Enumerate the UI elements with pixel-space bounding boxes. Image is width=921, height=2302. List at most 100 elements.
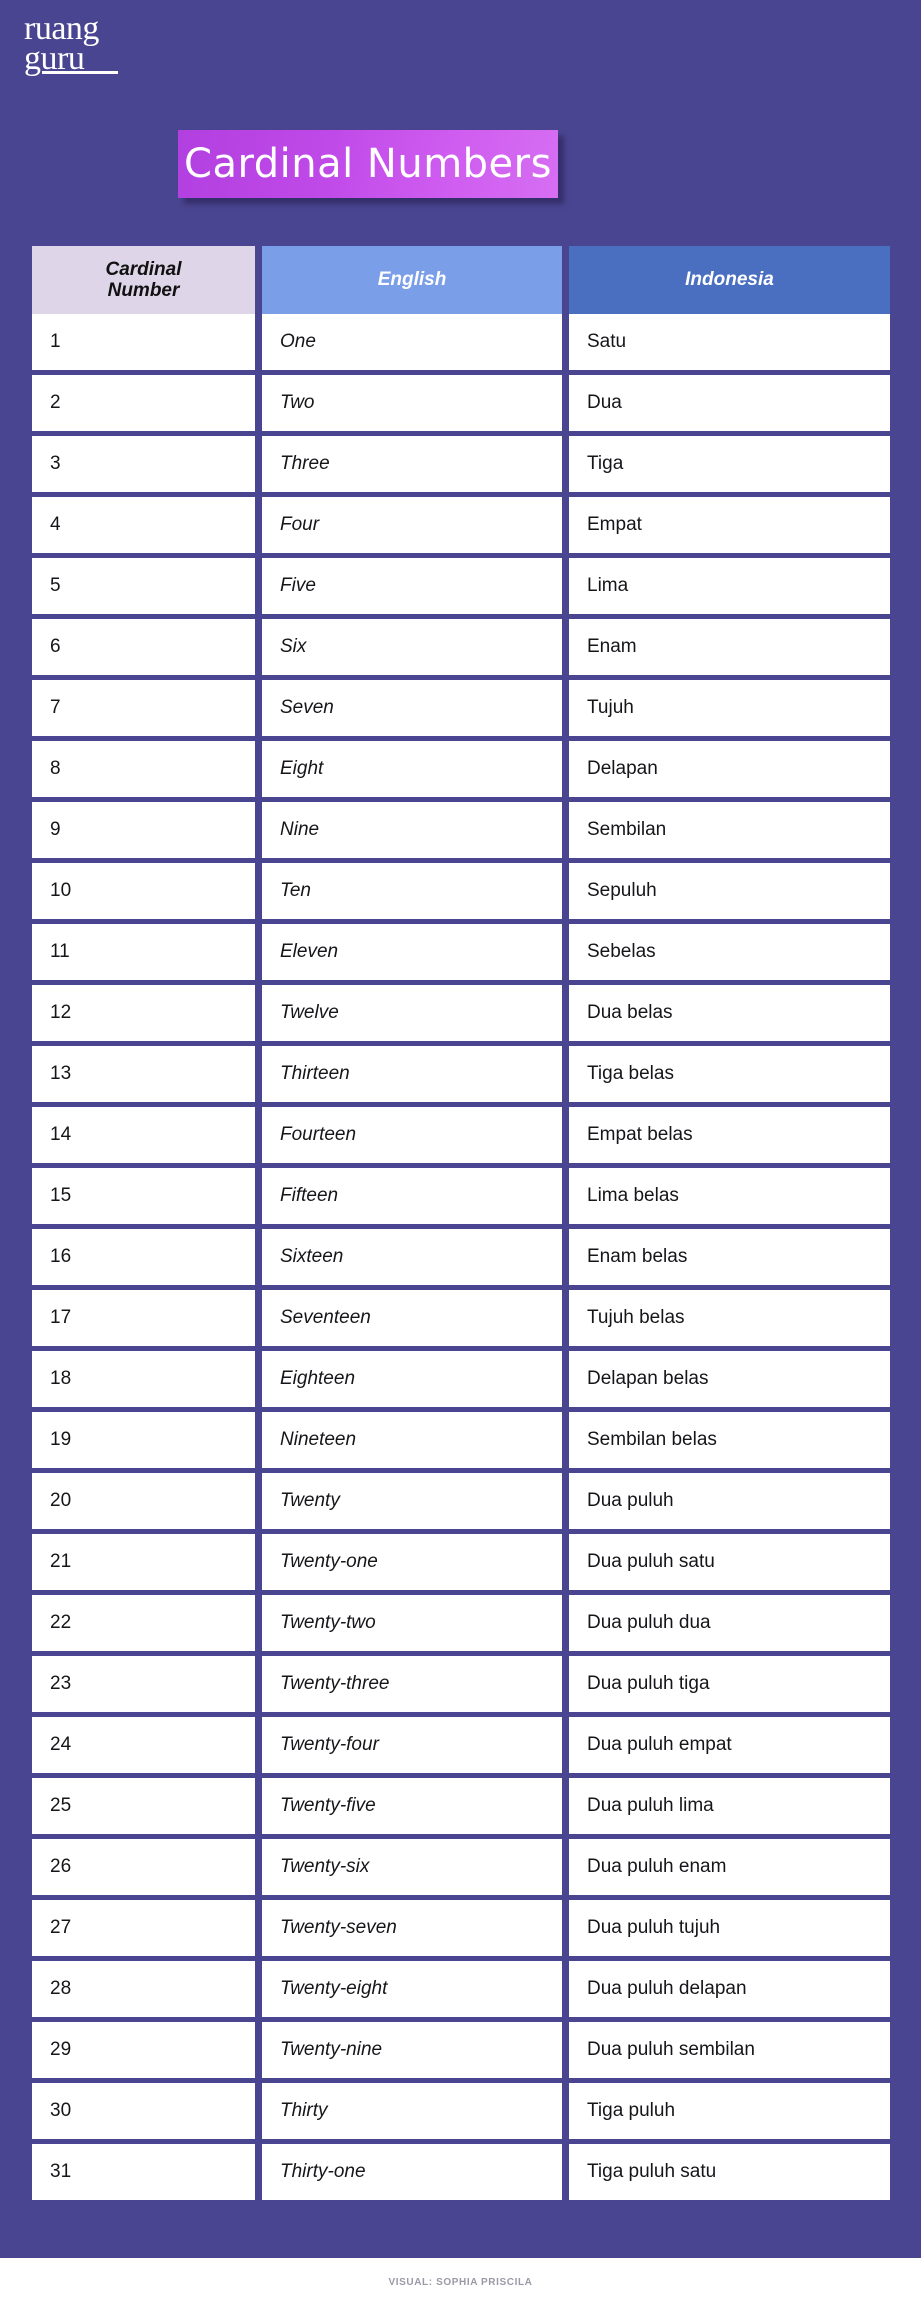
table-row: 14 Fourteen Empat belas [32,1107,890,1163]
cell-indonesia: Dua puluh tiga [569,1656,890,1712]
cell-indonesia: Dua puluh tujuh [569,1900,890,1956]
cell-cardinal-number: 7 [32,680,255,736]
cell-english: Twenty-five [262,1778,562,1834]
table-row: 5 Five Lima [32,558,890,614]
cell-cardinal-number: 5 [32,558,255,614]
table-row: 19 Nineteen Sembilan belas [32,1412,890,1468]
table-row: 6 Six Enam [32,619,890,675]
cell-cardinal-number: 24 [32,1717,255,1773]
page-title: Cardinal Numbers [184,141,552,187]
table-row: 28 Twenty-eight Dua puluh delapan [32,1961,890,2017]
cell-indonesia: Dua [569,375,890,431]
cell-indonesia: Enam [569,619,890,675]
cell-indonesia: Dua puluh delapan [569,1961,890,2017]
table-row: 4 Four Empat [32,497,890,553]
cell-english: Twenty-eight [262,1961,562,2017]
cell-english: Fifteen [262,1168,562,1224]
cell-english: Sixteen [262,1229,562,1285]
cell-indonesia: Dua puluh lima [569,1778,890,1834]
cell-cardinal-number: 13 [32,1046,255,1102]
table-row: 10 Ten Sepuluh [32,863,890,919]
table-row: 7 Seven Tujuh [32,680,890,736]
cell-english: Nine [262,802,562,858]
table-header-row: Cardinal Number English Indonesia [32,246,890,314]
cell-cardinal-number: 25 [32,1778,255,1834]
cell-cardinal-number: 29 [32,2022,255,2078]
cell-indonesia: Empat belas [569,1107,890,1163]
cell-english: Eighteen [262,1351,562,1407]
cell-indonesia: Dua puluh [569,1473,890,1529]
cell-indonesia: Dua puluh sembilan [569,2022,890,2078]
cell-cardinal-number: 6 [32,619,255,675]
cell-indonesia: Empat [569,497,890,553]
cell-cardinal-number: 17 [32,1290,255,1346]
table-row: 12 Twelve Dua belas [32,985,890,1041]
cell-cardinal-number: 18 [32,1351,255,1407]
cell-cardinal-number: 8 [32,741,255,797]
table-row: 18 Eighteen Delapan belas [32,1351,890,1407]
cell-cardinal-number: 16 [32,1229,255,1285]
cell-cardinal-number: 21 [32,1534,255,1590]
table-row: 20 Twenty Dua puluh [32,1473,890,1529]
cell-cardinal-number: 12 [32,985,255,1041]
cell-indonesia: Dua puluh dua [569,1595,890,1651]
title-banner: Cardinal Numbers [178,130,558,198]
cell-english: Twenty [262,1473,562,1529]
cell-english: Four [262,497,562,553]
cell-english: One [262,314,562,370]
cell-indonesia: Tiga puluh [569,2083,890,2139]
cell-cardinal-number: 27 [32,1900,255,1956]
cell-cardinal-number: 26 [32,1839,255,1895]
table-row: 8 Eight Delapan [32,741,890,797]
cell-indonesia: Sembilan [569,802,890,858]
cell-indonesia: Delapan [569,741,890,797]
ruangguru-logo: ruang guru [24,12,118,75]
table-row: 31 Thirty-one Tiga puluh satu [32,2144,890,2200]
cell-cardinal-number: 11 [32,924,255,980]
column-header-english: English [262,246,562,314]
cell-english: Three [262,436,562,492]
table-row: 29 Twenty-nine Dua puluh sembilan [32,2022,890,2078]
title-banner-wrap: Cardinal Numbers [178,130,564,204]
table-row: 21 Twenty-one Dua puluh satu [32,1534,890,1590]
table-row: 23 Twenty-three Dua puluh tiga [32,1656,890,1712]
cell-cardinal-number: 14 [32,1107,255,1163]
cell-english: Eleven [262,924,562,980]
cell-cardinal-number: 9 [32,802,255,858]
table-row: 22 Twenty-two Dua puluh dua [32,1595,890,1651]
cell-cardinal-number: 23 [32,1656,255,1712]
cell-indonesia: Sepuluh [569,863,890,919]
cell-english: Twenty-nine [262,2022,562,2078]
column-header-indonesia: Indonesia [569,246,890,314]
column-header-cardinal-number: Cardinal Number [32,246,255,314]
table-body: 1 One Satu 2 Two Dua 3 Three Tiga 4 Four Empat 5 Five… [32,314,890,2200]
cell-english: Twenty-six [262,1839,562,1895]
cell-indonesia: Sembilan belas [569,1412,890,1468]
cell-english: Twelve [262,985,562,1041]
cell-cardinal-number: 1 [32,314,255,370]
table-row: 24 Twenty-four Dua puluh empat [32,1717,890,1773]
cell-cardinal-number: 28 [32,1961,255,2017]
cell-cardinal-number: 31 [32,2144,255,2200]
table-row: 30 Thirty Tiga puluh [32,2083,890,2139]
cell-indonesia: Satu [569,314,890,370]
cell-indonesia: Tiga puluh satu [569,2144,890,2200]
table-row: 2 Two Dua [32,375,890,431]
table-row: 26 Twenty-six Dua puluh enam [32,1839,890,1895]
cell-english: Thirty [262,2083,562,2139]
cell-english: Twenty-three [262,1656,562,1712]
cell-cardinal-number: 10 [32,863,255,919]
table-row: 9 Nine Sembilan [32,802,890,858]
cell-english: Ten [262,863,562,919]
cell-cardinal-number: 22 [32,1595,255,1651]
cell-indonesia: Enam belas [569,1229,890,1285]
cell-english: Twenty-one [262,1534,562,1590]
table-row: 27 Twenty-seven Dua puluh tujuh [32,1900,890,1956]
cell-english: Fourteen [262,1107,562,1163]
table-row: 11 Eleven Sebelas [32,924,890,980]
cell-cardinal-number: 15 [32,1168,255,1224]
cell-english: Seventeen [262,1290,562,1346]
cell-cardinal-number: 3 [32,436,255,492]
table-row: 1 One Satu [32,314,890,370]
table-row: 17 Seventeen Tujuh belas [32,1290,890,1346]
